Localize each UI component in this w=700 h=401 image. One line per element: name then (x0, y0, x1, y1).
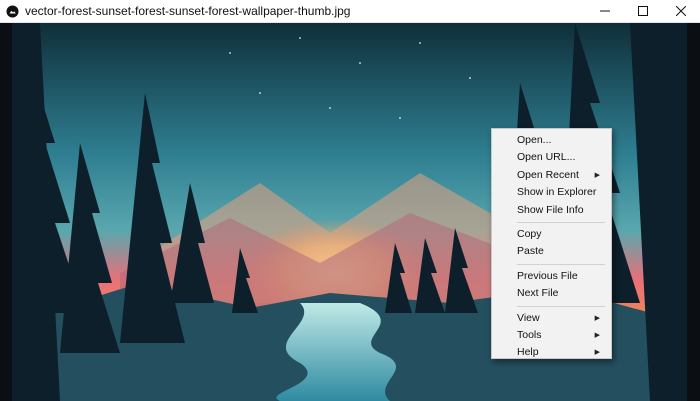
menu-item-show-in-explorer[interactable]: Show in Explorer (492, 184, 611, 201)
maximize-button[interactable] (624, 0, 662, 23)
image-viewer[interactable]: Open... Open URL... Open Recent ▶ Show in… (0, 23, 700, 401)
close-button[interactable] (662, 0, 700, 23)
menu-separator (517, 263, 605, 265)
submenu-arrow-icon: ▶ (594, 331, 600, 339)
window-title: vector-forest-sunset-forest-sunset-fores… (25, 4, 351, 18)
menu-separator (517, 305, 605, 307)
minimize-button[interactable] (586, 0, 624, 23)
close-icon (675, 3, 687, 21)
menu-group-more: View ▶ Tools ▶ Help ▶ (492, 310, 611, 362)
submenu-arrow-icon: ▶ (594, 314, 600, 322)
app-circle-icon (6, 5, 19, 18)
menu-item-open[interactable]: Open... (492, 132, 611, 149)
submenu-arrow-icon: ▶ (594, 171, 600, 179)
title-bar[interactable]: vector-forest-sunset-forest-sunset-fores… (0, 0, 700, 23)
submenu-arrow-icon: ▶ (594, 349, 600, 357)
menu-item-previous-file[interactable]: Previous File (492, 268, 611, 285)
menu-separator (517, 221, 605, 223)
menu-item-open-url[interactable]: Open URL... (492, 149, 611, 166)
minimize-icon (600, 3, 610, 21)
window-controls (586, 0, 700, 23)
maximize-icon (638, 3, 648, 21)
menu-item-open-recent[interactable]: Open Recent ▶ (492, 167, 611, 184)
menu-group-file: Open... Open URL... Open Recent ▶ Show in… (492, 132, 611, 219)
menu-item-show-file-info[interactable]: Show File Info (492, 202, 611, 219)
menu-item-tools[interactable]: Tools ▶ (492, 327, 611, 344)
menu-item-help[interactable]: Help ▶ (492, 344, 611, 361)
menu-item-paste[interactable]: Paste (492, 243, 611, 260)
menu-group-navigation: Previous File Next File (492, 268, 611, 303)
context-menu: Open... Open URL... Open Recent ▶ Show in… (491, 128, 612, 359)
menu-item-next-file[interactable]: Next File (492, 285, 611, 302)
menu-group-clipboard: Copy Paste (492, 226, 611, 261)
menu-item-copy[interactable]: Copy (492, 226, 611, 243)
menu-item-view[interactable]: View ▶ (492, 310, 611, 327)
